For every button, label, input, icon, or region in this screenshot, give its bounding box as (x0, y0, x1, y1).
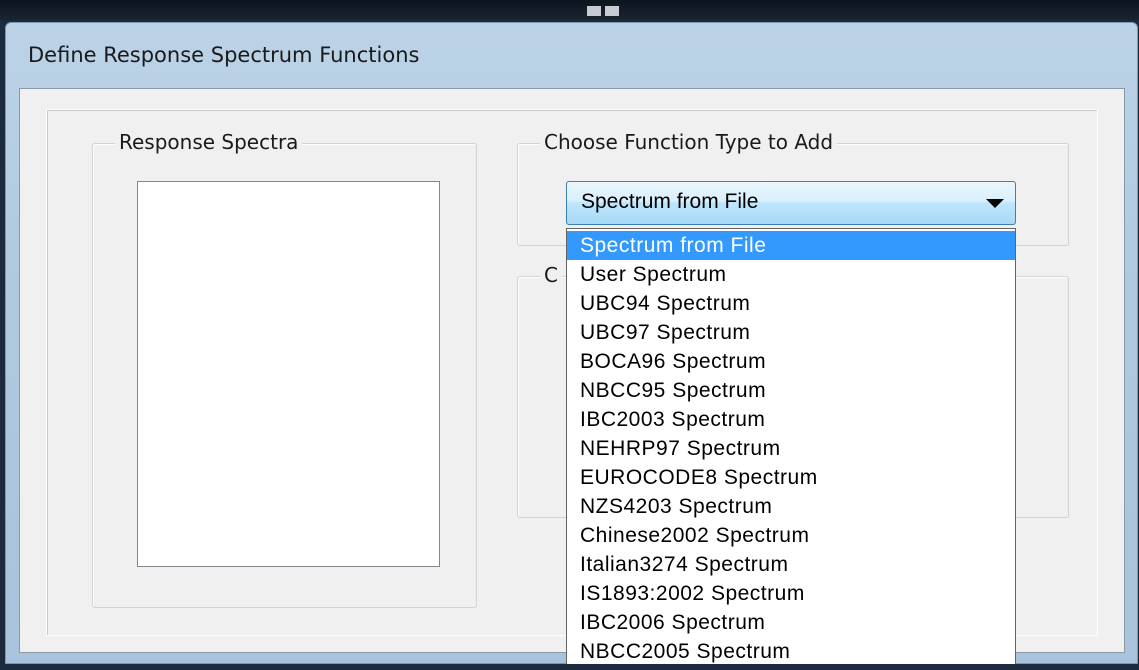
taskbar-strip (0, 0, 1139, 20)
dropdown-option[interactable]: UBC94 Spectrum (567, 289, 1015, 318)
dropdown-option[interactable]: NEHRP97 Spectrum (567, 434, 1015, 463)
dialog-title: Define Response Spectrum Functions (28, 43, 420, 67)
secondary-group-legend: C (540, 263, 562, 287)
choose-function-legend: Choose Function Type to Add (540, 130, 838, 154)
function-type-select[interactable]: Spectrum from File (566, 181, 1016, 225)
dropdown-option[interactable]: UBC97 Spectrum (567, 318, 1015, 347)
dropdown-option[interactable]: User Spectrum (567, 260, 1015, 289)
chevron-down-icon[interactable] (986, 199, 1004, 208)
dropdown-option[interactable]: NBCC95 Spectrum (567, 376, 1015, 405)
function-type-dropdown-list[interactable]: Spectrum from File User Spectrum UBC94 S… (566, 228, 1016, 666)
grip-handle-icon (605, 6, 619, 16)
dropdown-option[interactable]: Spectrum from File (567, 231, 1015, 260)
dropdown-option[interactable]: IBC2003 Spectrum (567, 405, 1015, 434)
dropdown-option[interactable]: NZS4203 Spectrum (567, 492, 1015, 521)
dropdown-option[interactable]: IBC2006 Spectrum (567, 608, 1015, 637)
dropdown-option[interactable]: Italian3274 Spectrum (567, 550, 1015, 579)
dropdown-option[interactable]: Chinese2002 Spectrum (567, 521, 1015, 550)
dropdown-option[interactable]: EUROCODE8 Spectrum (567, 463, 1015, 492)
response-spectra-legend: Response Spectra (115, 130, 303, 154)
dropdown-option[interactable]: IS1893:2002 Spectrum (567, 579, 1015, 608)
dropdown-option[interactable]: NBCC2005 Spectrum (567, 637, 1015, 665)
response-spectra-list[interactable] (137, 181, 440, 567)
dropdown-option[interactable]: BOCA96 Spectrum (567, 347, 1015, 376)
window-bottom-edge (0, 664, 1139, 670)
grip-handle-icon (587, 6, 601, 16)
function-type-select-value: Spectrum from File (581, 190, 759, 213)
